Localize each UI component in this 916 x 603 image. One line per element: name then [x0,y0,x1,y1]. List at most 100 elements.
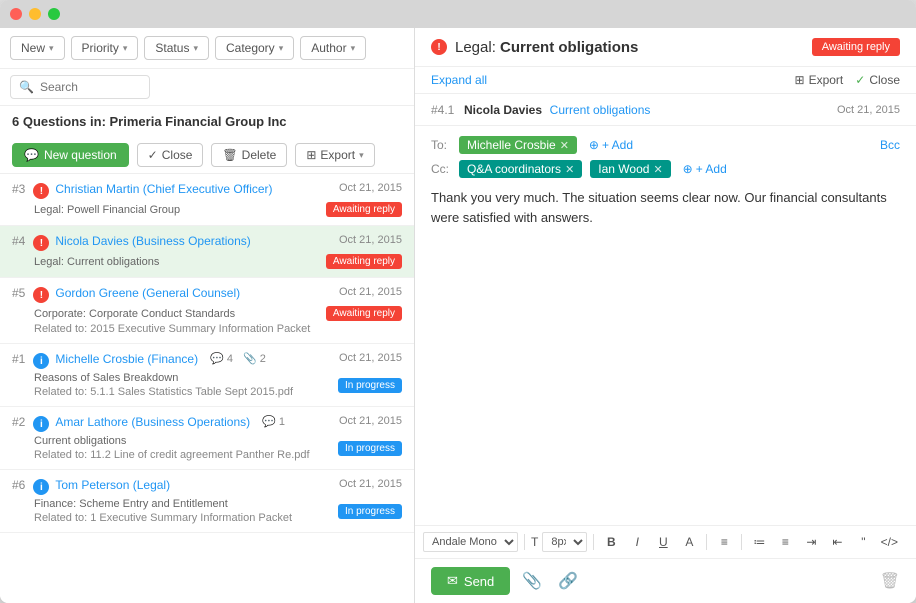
export-btn[interactable]: ⊞ Export [795,73,844,87]
q-badge-5: Awaiting reply [326,306,402,321]
underline-btn[interactable]: U [652,531,674,553]
question-item-1[interactable]: #1 i Michelle Crosbie (Finance) 💬 4 📎 2 … [0,344,414,407]
bold-btn[interactable]: B [600,531,622,553]
cc-add-btn[interactable]: ⊕ + Add [679,160,731,178]
right-title: ! Legal: Current obligations [431,39,638,56]
q-name-3: Christian Martin (Chief Executive Office… [55,182,272,196]
author-chevron-icon: ▾ [351,43,356,54]
filter-toolbar: New ▾ Priority ▾ Status ▾ Category ▾ Aut… [0,28,414,69]
close-check-icon: ✓ [855,73,865,87]
toolbar-sep-1 [524,534,525,550]
q-date-2: Oct 21, 2015 [339,415,402,427]
question-item-2[interactable]: #2 i Amar Lathore (Business Operations) … [0,407,414,470]
close-q-btn[interactable]: ✓ Close [855,73,900,87]
author-filter-btn[interactable]: Author ▾ [300,36,366,60]
q-sub-6: Finance: Scheme Entry and Entitlement [34,498,292,510]
indent-btn[interactable]: ⇥ [800,531,822,553]
left-panel: New ▾ Priority ▾ Status ▾ Category ▾ Aut… [0,28,415,603]
q-num-4: #4 [12,234,25,248]
compose-to-row: To: Michelle Crosbie ✕ ⊕ + Add Bcc [431,136,900,154]
search-input[interactable] [40,80,141,94]
compose-body[interactable]: Thank you very much. The situation seems… [431,184,900,515]
q-sub-4: Legal: Current obligations [34,256,159,268]
maximize-btn[interactable] [48,8,60,20]
send-button[interactable]: ✉ Send [431,567,510,595]
trash-icon[interactable]: 🗑 [880,571,900,591]
q-badge-4: Awaiting reply [326,254,402,269]
cc-tag-ian-close-icon[interactable]: ✕ [653,163,662,176]
priority-filter-btn[interactable]: Priority ▾ [71,36,139,60]
font-select[interactable]: Andale Mono [423,532,518,552]
status-filter-btn[interactable]: Status ▾ [144,36,209,60]
question-item-5[interactable]: #5 ! Gordon Greene (General Counsel) Oct… [0,278,414,344]
q-icon-5: ! [33,287,49,303]
q-comments-1: 💬 4 [210,352,233,365]
to-label: To: [431,138,451,152]
size-select[interactable]: 8px [542,532,587,552]
q-sub-3: Legal: Powell Financial Group [34,204,180,216]
q-name-5: Gordon Greene (General Counsel) [55,286,240,300]
delete-button[interactable]: 🗑 Delete [211,143,287,167]
expand-all-btn[interactable]: Expand all [431,73,487,87]
q-num-2: #2 [12,415,25,429]
message-meta: #4.1 Nicola Davies Current obligations [431,102,650,117]
to-tag-close-icon[interactable]: ✕ [560,139,569,152]
q-sub-1: Reasons of Sales Breakdown [34,372,293,384]
right-header: ! Legal: Current obligations Awaiting re… [415,28,916,67]
q-sub-5: Corporate: Corporate Conduct Standards [34,308,235,320]
q-related-1: Related to: 5.1.1 Sales Statistics Table… [34,386,293,398]
action-bar: 💬 New question ✓ Close 🗑 Delete ⊞ Export… [0,137,414,174]
right-sub-actions: ⊞ Export ✓ Close [795,73,901,87]
priority-chevron-icon: ▾ [123,43,128,54]
cc-tag-ian: Ian Wood ✕ [590,160,670,178]
to-add-btn[interactable]: ⊕ + Add [585,136,637,154]
link-icon[interactable]: 🔗 [554,569,582,593]
source-btn[interactable]: </> [878,531,900,553]
q-related-5: Related to: 2015 Executive Summary Infor… [34,323,402,335]
cc-label: Cc: [431,162,451,176]
cc-tag-qa-close-icon[interactable]: ✕ [565,163,574,176]
delete-icon: 🗑 [222,148,237,162]
new-question-button[interactable]: 💬 New question [12,143,129,167]
q-comments-2: 💬 1 [262,415,285,428]
q-badge-3: Awaiting reply [326,202,402,217]
italic-btn[interactable]: I [626,531,648,553]
color-btn[interactable]: A [678,531,700,553]
awaiting-badge[interactable]: Awaiting reply [812,38,900,56]
question-item-4[interactable]: #4 ! Nicola Davies (Business Operations)… [0,226,414,278]
close-button[interactable]: ✓ Close [137,143,204,167]
toolbar-sep-2 [593,534,594,550]
right-actions: Awaiting reply [812,38,900,56]
msg-id: #4.1 [431,103,454,117]
q-name-1: Michelle Crosbie (Finance) [55,352,198,366]
send-left: ✉ Send 📎 🔗 [431,567,582,595]
export-icon: ⊞ [306,148,316,162]
align-btn[interactable]: ≡ [713,531,735,553]
new-filter-btn[interactable]: New ▾ [10,36,65,60]
to-add-plus-icon: ⊕ [589,138,599,152]
ol-btn[interactable]: ≔ [748,531,770,553]
bcc-btn[interactable]: Bcc [880,138,900,152]
close-btn[interactable] [10,8,22,20]
send-row: ✉ Send 📎 🔗 🗑 [415,559,916,603]
ul-btn[interactable]: ≡ [774,531,796,553]
attach-icon[interactable]: 📎 [518,569,546,593]
group-header: 6 Questions in: Primeria Financial Group… [0,106,414,137]
blockquote-btn[interactable]: " [852,531,874,553]
export-button[interactable]: ⊞ Export ▾ [295,143,374,167]
outdent-btn[interactable]: ⇤ [826,531,848,553]
q-badge-2: In progress [338,441,402,456]
to-tag-michelle: Michelle Crosbie ✕ [459,136,577,154]
q-badge-6: In progress [338,504,402,519]
q-num-1: #1 [12,352,25,366]
questions-list: #3 ! Christian Martin (Chief Executive O… [0,174,414,603]
titlebar [0,0,916,28]
category-filter-btn[interactable]: Category ▾ [215,36,294,60]
font-size-T-icon: T [531,535,538,549]
q-date-1: Oct 21, 2015 [339,352,402,364]
chat-icon: 💬 [24,148,39,162]
q-icon-4: ! [33,235,49,251]
question-item-6[interactable]: #6 i Tom Peterson (Legal) Oct 21, 2015 F… [0,470,414,533]
question-item-3[interactable]: #3 ! Christian Martin (Chief Executive O… [0,174,414,226]
minimize-btn[interactable] [29,8,41,20]
